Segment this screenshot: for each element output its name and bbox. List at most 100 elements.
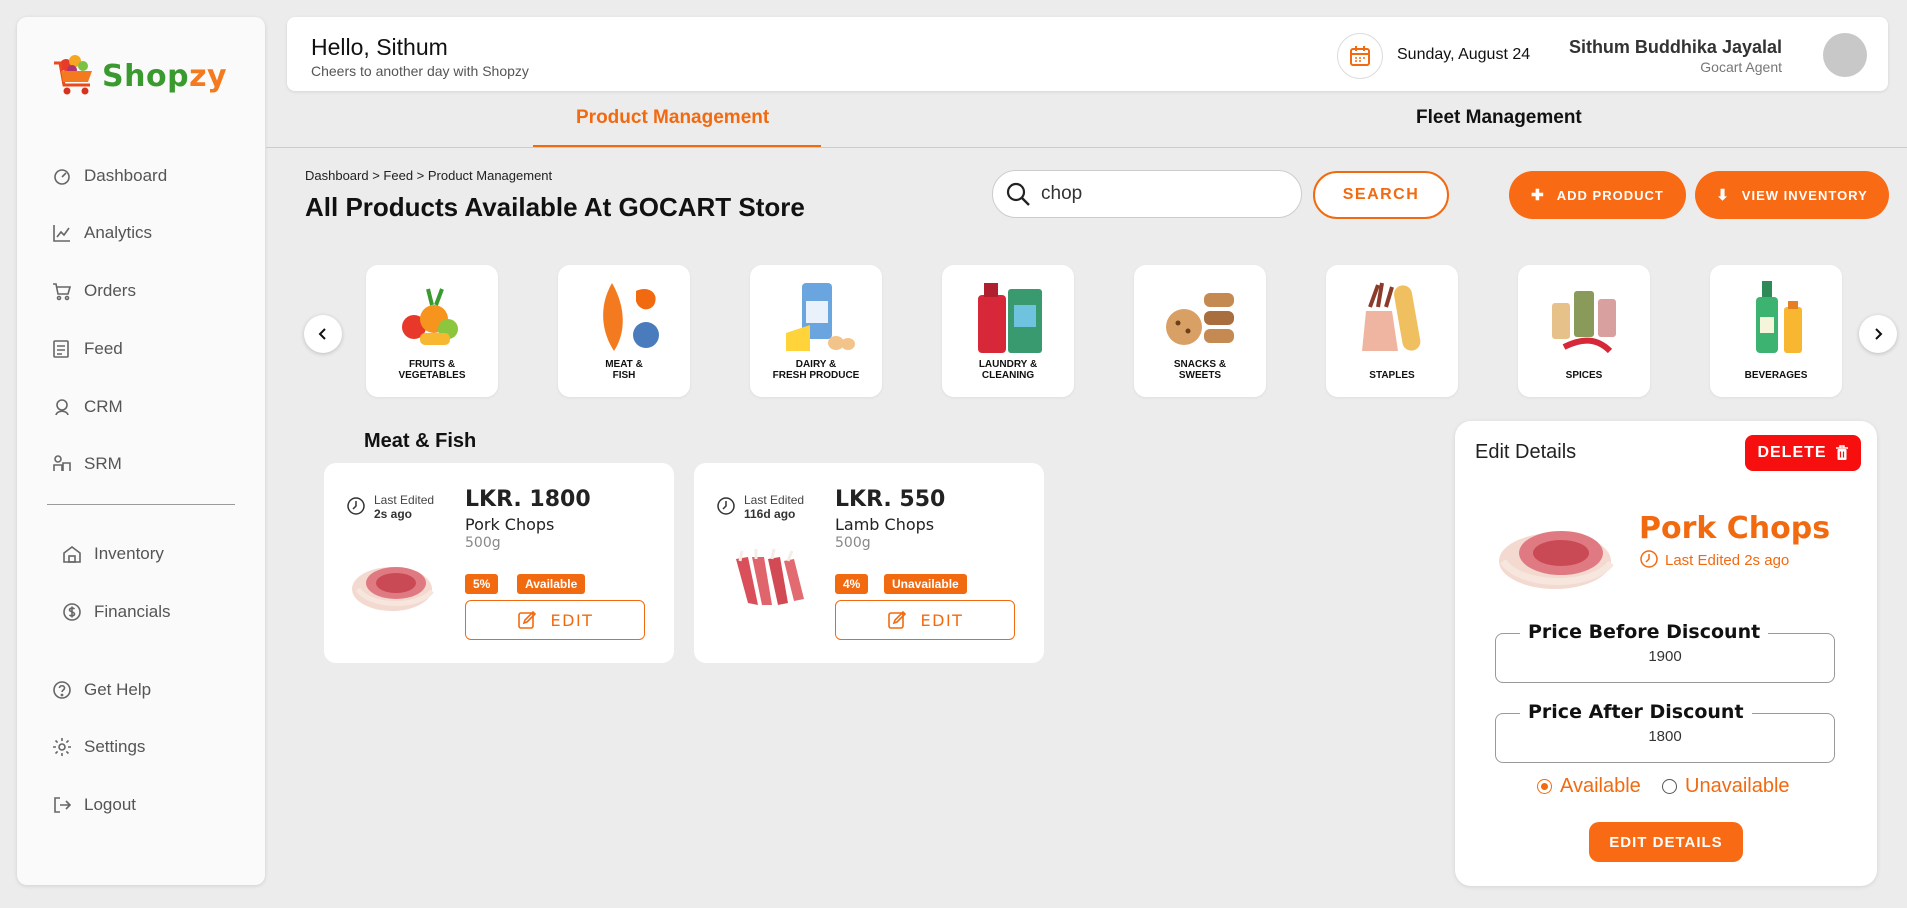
add-product-label: ADD PRODUCT	[1556, 187, 1664, 203]
sidebar-item-financials[interactable]: Financials	[62, 602, 171, 622]
product-card: Last Edited 2s ago LKR. 1800 Pork Chops …	[324, 463, 674, 663]
clock-icon	[347, 497, 365, 515]
category-dairy[interactable]: DAIRY & FRESH PRODUCE	[750, 265, 882, 397]
sidebar-item-dashboard[interactable]: Dashboard	[52, 166, 167, 186]
edit-details-button[interactable]: EDIT DETAILS	[1589, 822, 1743, 862]
sidebar-item-crm[interactable]: CRM	[52, 397, 123, 417]
sidebar-item-inventory[interactable]: Inventory	[62, 544, 164, 564]
sidebar-item-orders[interactable]: Orders	[52, 281, 136, 301]
price-after-field: Price After Discount	[1495, 701, 1835, 763]
product-image	[736, 548, 804, 605]
category-label: MEAT & FISH	[605, 359, 643, 381]
category-laundry-cleaning[interactable]: LAUNDRY & CLEANING	[942, 265, 1074, 397]
last-edited-time: 116d ago	[744, 507, 796, 521]
available-radio[interactable]: Available	[1537, 775, 1641, 798]
category-next-button[interactable]	[1859, 315, 1897, 353]
category-label: DAIRY & FRESH PRODUCE	[772, 359, 860, 381]
sidebar-item-logout[interactable]: Logout	[52, 795, 136, 815]
selected-product-image	[1499, 531, 1614, 589]
price-before-field: Price Before Discount	[1495, 621, 1835, 683]
top-header: Hello, Sithum Cheers to another day with…	[287, 17, 1888, 91]
analytics-icon	[52, 223, 72, 243]
meat-fish-icon	[603, 283, 659, 351]
sidebar-item-label: Dashboard	[84, 166, 168, 185]
category-spices[interactable]: SPICES	[1518, 265, 1650, 397]
view-inventory-button[interactable]: ⬇ VIEW INVENTORY	[1695, 171, 1889, 219]
sidebar-item-get-help[interactable]: Get Help	[52, 680, 151, 700]
product-image	[352, 567, 434, 611]
unavailable-radio[interactable]: Unavailable	[1662, 775, 1790, 798]
add-product-button[interactable]: ✚ ADD PRODUCT	[1509, 171, 1686, 219]
category-meat-fish[interactable]: MEAT & FISH	[558, 265, 690, 397]
product-price: LKR. 550	[835, 487, 946, 512]
help-icon	[52, 680, 72, 700]
panel-title: Edit Details	[1475, 441, 1577, 463]
search-button[interactable]: SEARCH	[1313, 171, 1449, 219]
category-label: LAUNDRY & CLEANING	[978, 359, 1038, 381]
edit-label: EDIT	[550, 610, 594, 630]
discount-badge: 5%	[465, 574, 499, 594]
category-fruits-vegetables[interactable]: FRUITS & VEGETABLES	[366, 265, 498, 397]
edit-product-button[interactable]: EDIT	[835, 600, 1015, 640]
search-input[interactable]	[1041, 183, 1281, 205]
inventory-icon	[62, 544, 82, 564]
category-staples[interactable]: STAPLES	[1326, 265, 1458, 397]
discount-badge: 4%	[835, 574, 869, 594]
section-title: Meat & Fish	[364, 430, 477, 452]
search-bar	[992, 170, 1302, 218]
sidebar-divider	[47, 504, 235, 505]
edit-product-button[interactable]: EDIT	[465, 600, 645, 640]
last-edited-label: Last Edited	[744, 493, 805, 507]
calendar-button[interactable]	[1337, 33, 1383, 79]
sidebar: Shopzy Dashboard Analytics Orders Feed C…	[17, 17, 265, 885]
clock-icon	[1640, 550, 1658, 568]
unavailable-label: Unavailable	[1685, 775, 1790, 797]
logout-icon	[52, 795, 72, 815]
category-label: STAPLES	[1369, 370, 1415, 381]
price-before-input[interactable]	[1496, 648, 1834, 665]
tab-fleet-management[interactable]: Fleet Management	[1416, 107, 1582, 129]
tab-product-management[interactable]: Product Management	[576, 107, 769, 129]
sidebar-item-label: Logout	[84, 795, 136, 814]
feed-icon	[52, 339, 72, 359]
greeting-subtitle: Cheers to another day with Shopzy	[311, 63, 529, 79]
current-date: Sunday, August 24	[1397, 46, 1531, 63]
dairy-icon	[786, 283, 855, 351]
sidebar-item-label: Orders	[84, 281, 136, 300]
sidebar-item-label: Feed	[84, 339, 123, 358]
product-name: Pork Chops	[465, 515, 555, 534]
financials-icon	[62, 602, 82, 622]
sidebar-item-label: Settings	[84, 737, 146, 756]
avatar[interactable]	[1823, 33, 1867, 77]
shopzy-logo[interactable]: Shopzy	[50, 51, 227, 101]
settings-icon	[52, 737, 72, 757]
edit-icon	[887, 610, 906, 629]
dashboard-icon	[52, 166, 72, 186]
category-label: BEVERAGES	[1744, 370, 1808, 381]
sidebar-item-label: Inventory	[94, 544, 164, 563]
sidebar-item-label: Financials	[94, 602, 171, 621]
sidebar-item-settings[interactable]: Settings	[52, 737, 145, 757]
price-after-input[interactable]	[1496, 728, 1834, 745]
fruits-vegetables-icon	[402, 288, 458, 345]
category-prev-button[interactable]	[304, 315, 342, 353]
selected-last-edited: Last Edited 2s ago	[1665, 552, 1790, 569]
sidebar-item-feed[interactable]: Feed	[52, 339, 123, 359]
sidebar-item-analytics[interactable]: Analytics	[52, 223, 152, 243]
crm-icon	[52, 397, 72, 417]
delete-button[interactable]: DELETE	[1745, 435, 1861, 471]
active-tab-indicator	[533, 145, 821, 147]
edit-details-panel: Edit Details DELETE Pork Chops Last Edit…	[1455, 421, 1877, 886]
snacks-sweets-icon	[1166, 293, 1234, 345]
product-name: Lamb Chops	[835, 515, 935, 534]
status-badge: Available	[517, 574, 586, 594]
trash-icon	[1835, 445, 1848, 460]
product-weight: 500g	[835, 535, 871, 551]
tab-bar: Product Management Fleet Management	[266, 92, 1907, 148]
category-label: FRUITS & VEGETABLES	[398, 359, 466, 381]
sidebar-item-srm[interactable]: SRM	[52, 454, 122, 474]
category-snacks-sweets[interactable]: SNACKS & SWEETS	[1134, 265, 1266, 397]
category-beverages[interactable]: BEVERAGES	[1710, 265, 1842, 397]
download-icon: ⬇	[1716, 187, 1730, 204]
sidebar-item-label: Analytics	[84, 223, 153, 242]
